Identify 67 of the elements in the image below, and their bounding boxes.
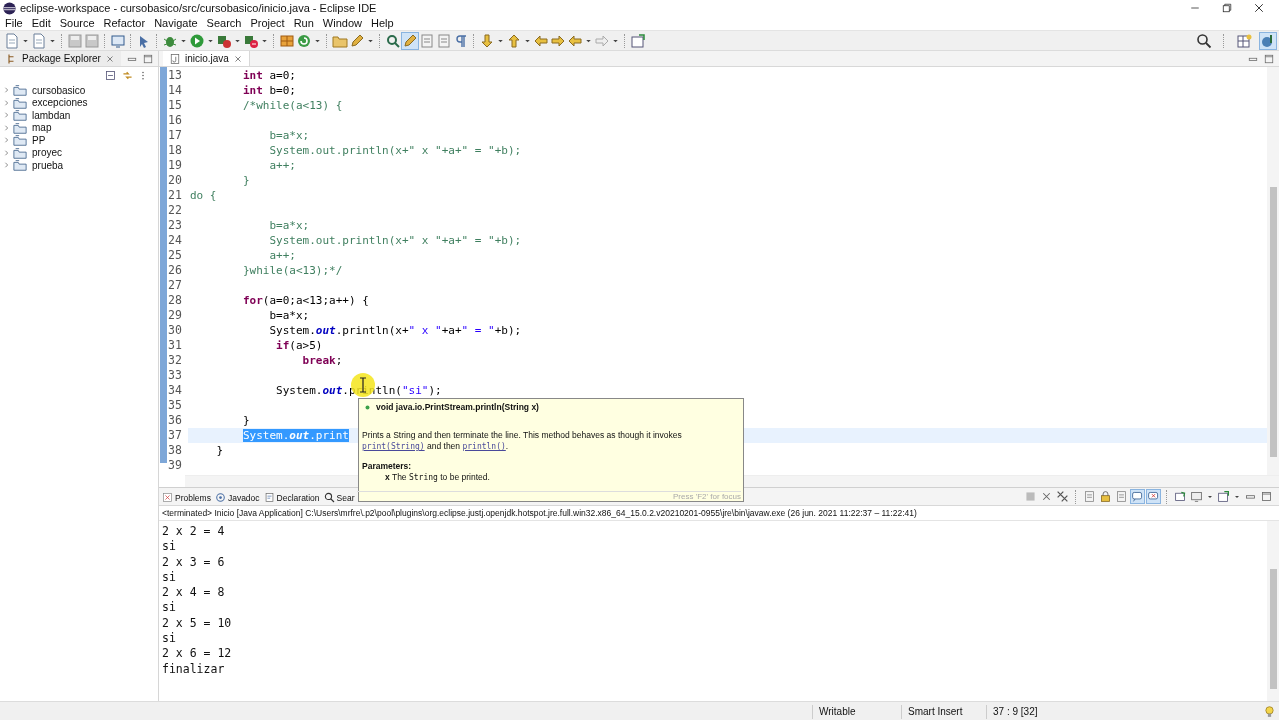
code-line: a++; [268,159,296,172]
description-text: Prints a String and then terminate the line. This method behaves as though it invokes print(String) and then println(). [361,429,683,452]
method-signature: void java.io.PrintStream.println(String x) [376,402,539,412]
console-line: 2 x 3 = 6 [162,554,226,570]
line-number: 15 [167,98,183,113]
code-line: } [241,174,250,187]
console-line: si [162,600,177,616]
line-number: 34 [167,383,183,398]
code-line: int b=0; [241,84,296,97]
line-number: 27 [167,278,183,293]
console-line: 2 x 4 = 8 [162,585,226,601]
console-line: si [162,631,177,647]
line-number: 37 [167,428,183,443]
status-text: Smart Insert [901,705,986,719]
line-number: 26 [167,263,183,278]
code-line: System.out.println(x+" x "+a+" = "+b); [268,234,522,247]
console-line: 2 x 5 = 10 [162,615,233,632]
code-line: b=a*x; [268,129,310,142]
line-number: 24 [167,233,183,248]
code-line: /*while(a<13) { [241,99,343,112]
code-line: int a=0; [241,69,296,82]
code-line: } [215,444,224,457]
line-number: 35 [167,398,183,413]
line-number: 23 [167,218,183,233]
code-line: a++; [268,249,296,262]
line-number: 20 [167,173,183,188]
status-text: Writable [812,705,901,719]
window-title: eclipse-workspace - cursobasico/src/cursobasico/inicio.java - Eclipse IDE [20,2,377,14]
parameter-text: x The String to be printed. [384,471,491,482]
line-number: 38 [167,443,183,458]
status-text: 37 : 9 [32] [986,705,1073,719]
code-line: System.out.println(x+" x "+a+" = "+b); [268,324,522,337]
line-number: 33 [167,368,183,383]
line-number: 17 [167,128,183,143]
line-number: 21 [167,188,183,203]
line-number: 39 [167,458,183,473]
console-line: si [162,539,177,555]
line-number: 18 [167,143,183,158]
console-line: si [162,569,177,586]
code-line: if(a>5) [275,339,323,352]
focus-hint: Press 'F2' for focus [357,491,741,501]
line-number: 32 [167,353,183,368]
console-line: 2 x 2 = 4 [162,524,226,540]
code-line: } [241,414,250,427]
code-line: System.out.println(x+" x "+a+" = "+b); [268,144,522,157]
line-number: 16 [167,113,183,128]
code-line: do { [190,189,217,202]
console-line: finalizar [162,661,226,677]
line-number: 28 [167,293,183,308]
line-number: 14 [167,83,183,98]
console-line: 2 x 6 = 12 [162,646,233,662]
line-number: 31 [167,338,183,353]
line-number: 19 [167,158,183,173]
line-number: 13 [167,68,183,83]
code-line: b=a*x; [268,309,310,322]
console-header: <terminated> Inicio [Java Application] C:\Users\mrfre\.p2\pool\plugins\org.eclipse.justj.openjdk.hotspot.jre.full.win32.x86_64_15.0.2.v20210201-0955\jre\bin\javaw.exe (26 jun. 2021 11:22:37 – 11:22:41) [159,506,1279,521]
line-number: 36 [167,413,183,428]
code-line: System.out.print [241,429,349,442]
parameters-label: Parameters: [361,460,413,471]
line-number: 29 [167,308,183,323]
line-number: 25 [167,248,183,263]
code-line: }while(a<13);*/ [241,264,343,277]
line-number: 22 [167,203,183,218]
code-line: break; [301,354,343,367]
code-line: b=a*x; [268,219,310,232]
line-number: 30 [167,323,183,338]
code-line: for(a=0;a<13;a++) { [241,294,369,307]
